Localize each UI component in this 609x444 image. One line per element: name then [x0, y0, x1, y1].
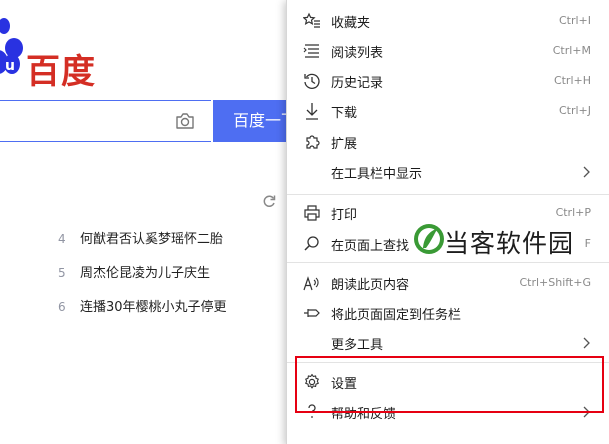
menu-label: 朗读此页内容	[331, 278, 410, 293]
refresh-icon[interactable]	[262, 194, 276, 208]
menu-label: 阅读列表	[331, 46, 384, 61]
menu-label: 帮助和反馈	[331, 407, 397, 422]
download-icon	[306, 103, 318, 120]
search-button[interactable]: 百度一下	[213, 100, 293, 142]
menu-shortcut: Ctrl+Shift+G	[519, 276, 591, 289]
reading-list-icon	[303, 44, 319, 58]
menu-shortcut: Ctrl+J	[558, 104, 591, 117]
baidu-logo[interactable]: u 百度	[0, 14, 110, 92]
help-icon	[308, 404, 316, 418]
menu-item-history[interactable]: 历史记录 Ctrl+H	[287, 66, 609, 96]
menu-shortcut: Ctrl+P	[555, 206, 591, 219]
read-aloud-icon	[303, 276, 319, 291]
extensions-icon	[306, 135, 320, 149]
menu-item-favorites[interactable]: 收藏夹 Ctrl+I	[287, 6, 609, 36]
menu-label: 收藏夹	[331, 16, 371, 31]
hot-rank: 5	[58, 266, 66, 280]
menu-item-settings[interactable]: 设置	[287, 367, 609, 397]
menu-item-pin-to-taskbar[interactable]: 将此页面固定到任务栏	[287, 298, 609, 328]
menu-label: 设置	[331, 377, 358, 392]
menu-divider	[287, 262, 609, 263]
menu-shortcut: Ctrl+M	[552, 44, 591, 57]
menu-item-reading-list[interactable]: 阅读列表 Ctrl+M	[287, 36, 609, 66]
pin-icon	[304, 309, 320, 317]
menu-item-more-tools[interactable]: 更多工具	[287, 328, 609, 358]
menu-item-read-aloud[interactable]: 朗读此页内容 Ctrl+Shift+G	[287, 268, 609, 298]
favorites-icon	[303, 12, 320, 28]
menu-item-help-feedback[interactable]: 帮助和反馈	[287, 397, 609, 427]
menu-item-extensions[interactable]: 扩展	[287, 127, 609, 157]
menu-divider	[287, 194, 609, 195]
hot-search-item[interactable]: 5 周杰伦昆凌为儿子庆生	[58, 262, 210, 281]
chevron-right-icon	[583, 166, 590, 178]
print-icon	[304, 205, 320, 221]
watermark-text: 当客软件园	[444, 229, 575, 258]
hot-rank: 6	[58, 300, 66, 314]
hot-search-item[interactable]: 6 连播30年樱桃小丸子停更	[58, 296, 227, 315]
hot-rank: 4	[58, 232, 66, 246]
settings-icon	[305, 373, 319, 389]
hot-title[interactable]: 周杰伦昆凌为儿子庆生	[80, 266, 210, 281]
chevron-right-icon	[583, 337, 590, 349]
menu-item-show-in-toolbar[interactable]: 在工具栏中显示	[287, 157, 609, 187]
logo-text: 百度	[26, 52, 96, 92]
menu-label: 在页面上查找	[331, 239, 410, 254]
search-icon	[304, 236, 319, 251]
menu-label: 将此页面固定到任务栏	[331, 308, 462, 323]
menu-item-downloads[interactable]: 下载 Ctrl+J	[287, 96, 609, 126]
menu-shortcut: Ctrl+H	[553, 74, 591, 87]
history-icon	[304, 73, 320, 90]
hot-title[interactable]: 何猷君否认奚梦瑶怀二胎	[80, 232, 223, 247]
hot-title[interactable]: 连播30年樱桃小丸子停更	[80, 300, 227, 315]
camera-icon[interactable]	[175, 112, 195, 130]
menu-label: 扩展	[331, 137, 358, 152]
menu-shortcut: Ctrl+I	[558, 14, 591, 27]
menu-label: 更多工具	[331, 338, 384, 353]
chevron-right-icon	[583, 406, 590, 418]
menu-divider	[287, 362, 609, 363]
menu-label: 下载	[331, 106, 358, 121]
menu-label: 在工具栏中显示	[331, 167, 423, 182]
menu-label: 打印	[331, 208, 358, 223]
svg-text:u: u	[5, 58, 15, 74]
menu-label: 历史记录	[331, 76, 384, 91]
hot-search-item[interactable]: 4 何猷君否认奚梦瑶怀二胎	[58, 228, 223, 247]
